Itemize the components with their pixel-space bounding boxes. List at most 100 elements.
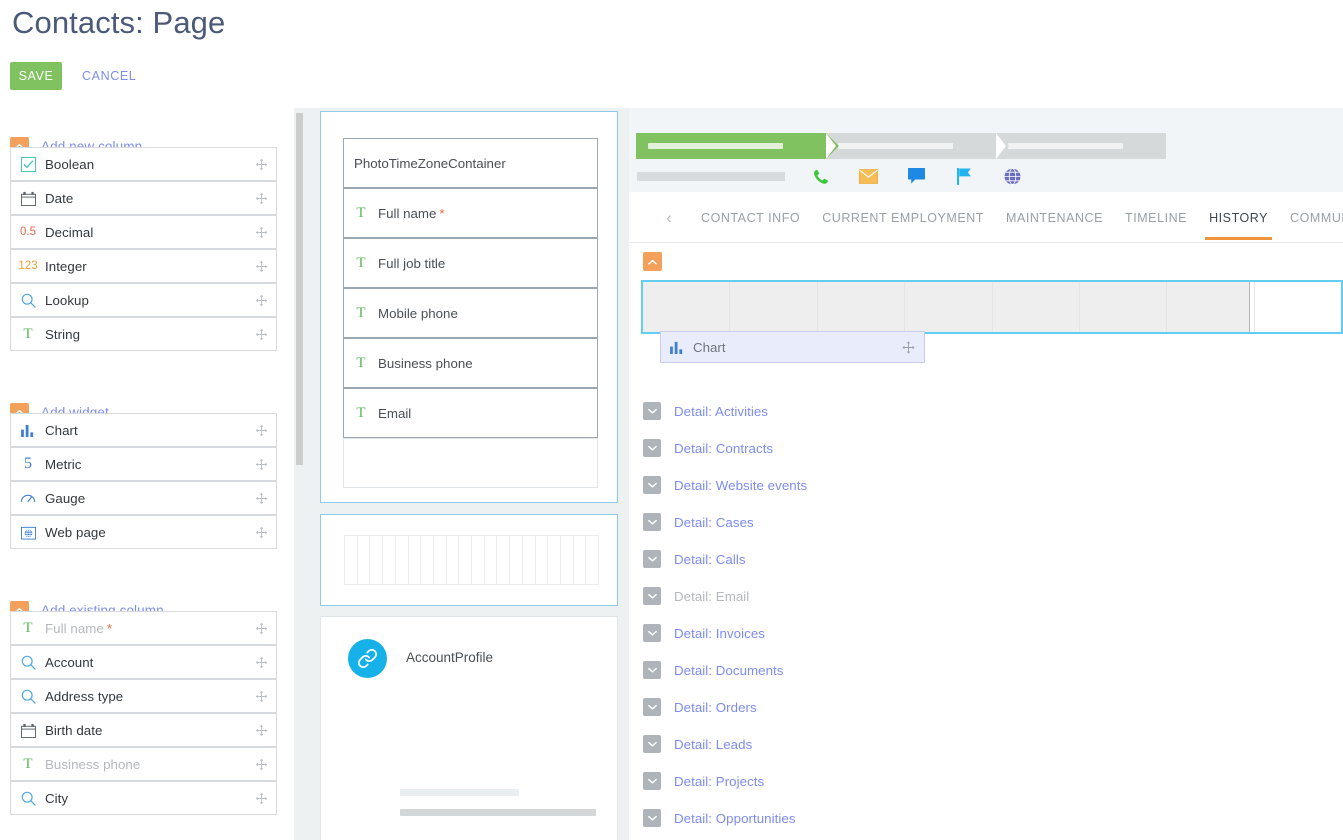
detail-item-projects[interactable]: Detail: Projects xyxy=(643,769,764,793)
canvas-field-email[interactable]: T Email xyxy=(343,388,598,438)
drag-handle-icon[interactable] xyxy=(246,526,276,539)
drag-handle-icon[interactable] xyxy=(246,260,276,273)
field-empty-placeholder[interactable] xyxy=(343,438,598,488)
detail-item-invoices[interactable]: Detail: Invoices xyxy=(643,621,765,645)
preview-tab-maintenance[interactable]: MAINTENANCE xyxy=(995,195,1114,240)
field-phototimezonecontainer[interactable]: PhotoTimeZoneContainer xyxy=(343,138,598,188)
chevron-down-icon[interactable] xyxy=(643,698,661,716)
dragged-chart-widget[interactable]: Chart xyxy=(660,331,925,363)
chevron-down-icon[interactable] xyxy=(643,550,661,568)
detail-item-label: Detail: Projects xyxy=(674,773,765,789)
drag-handle-icon[interactable] xyxy=(246,690,276,703)
detail-item-activities[interactable]: Detail: Activities xyxy=(643,399,768,423)
drag-handle-icon[interactable] xyxy=(246,424,276,437)
preview-tab-current-employment[interactable]: CURRENT EMPLOYMENT xyxy=(811,195,995,240)
sidebar-item-city[interactable]: City xyxy=(10,781,277,815)
sidebar-item-label: Date xyxy=(45,190,74,206)
drag-handle-icon[interactable] xyxy=(246,158,276,171)
canvas-card-fields[interactable]: PhotoTimeZoneContainer T Full name * T Full … xyxy=(320,111,618,503)
drag-handle-icon[interactable] xyxy=(892,340,924,354)
chevron-down-icon[interactable] xyxy=(643,476,661,494)
drag-handle-icon[interactable] xyxy=(246,622,276,635)
drag-handle-icon[interactable] xyxy=(246,492,276,505)
sidebar-item-chart[interactable]: Chart xyxy=(10,413,277,447)
sidebar-item-birth-date[interactable]: Birth date xyxy=(10,713,277,747)
chevron-up-icon[interactable] xyxy=(643,252,662,271)
canvas-card-grid[interactable] xyxy=(320,514,618,606)
sidebar-item-label: String xyxy=(45,326,81,342)
page-preview: ‹ CONTACT INFO CURRENT EMPLOYMENT MAINTENA… xyxy=(629,108,1343,840)
chevron-down-icon[interactable] xyxy=(643,809,661,827)
widget-dropzone[interactable] xyxy=(641,280,1343,334)
checkbox-icon xyxy=(11,156,45,172)
canvas-field-full-job-title[interactable]: T Full job title xyxy=(343,238,598,288)
sidebar-item-account[interactable]: Account xyxy=(10,645,277,679)
sidebar-item-decimal[interactable]: 0.5 Decimal xyxy=(10,215,277,249)
detail-item-opportunities[interactable]: Detail: Opportunities xyxy=(643,806,796,830)
process-stage[interactable] xyxy=(636,133,839,159)
sidebar-item-date[interactable]: Date xyxy=(10,181,277,215)
cancel-button[interactable]: CANCEL xyxy=(82,62,136,90)
drag-handle-icon[interactable] xyxy=(246,758,276,771)
chat-bubble-icon[interactable] xyxy=(905,166,927,186)
detail-item-leads[interactable]: Detail: Leads xyxy=(643,732,752,756)
chevron-down-icon[interactable] xyxy=(643,402,661,420)
detail-item-documents[interactable]: Detail: Documents xyxy=(643,658,783,682)
phone-icon[interactable] xyxy=(809,166,831,186)
sidebar-scrollbar-thumb[interactable] xyxy=(296,113,303,465)
drag-handle-icon[interactable] xyxy=(246,458,276,471)
chevron-down-icon[interactable] xyxy=(643,772,661,790)
sidebar-item-lookup[interactable]: Lookup xyxy=(10,283,277,317)
sidebar-item-label: Gauge xyxy=(45,490,86,506)
detail-item-contracts[interactable]: Detail: Contracts xyxy=(643,436,773,460)
canvas-field-business-phone[interactable]: T Business phone xyxy=(343,338,598,388)
detail-item-calls[interactable]: Detail: Calls xyxy=(643,547,746,571)
grid-column xyxy=(358,536,371,584)
sidebar-item-boolean[interactable]: Boolean xyxy=(10,147,277,181)
canvas-field-full-name[interactable]: T Full name * xyxy=(343,188,598,238)
preview-tabs-back-arrow[interactable]: ‹ xyxy=(659,206,679,228)
process-stage-bar xyxy=(636,133,1166,159)
dropzone-column xyxy=(905,282,993,332)
chevron-down-icon[interactable] xyxy=(643,624,661,642)
canvas-field-mobile-phone[interactable]: T Mobile phone xyxy=(343,288,598,338)
drag-handle-icon[interactable] xyxy=(246,226,276,239)
canvas-field-label: Full job title xyxy=(378,255,446,271)
sidebar-item-integer[interactable]: 123 Integer xyxy=(10,249,277,283)
sidebar-item-gauge[interactable]: Gauge xyxy=(10,481,277,515)
drag-handle-icon[interactable] xyxy=(246,328,276,341)
sidebar-item-full-name[interactable]: T Full name * xyxy=(10,611,277,645)
save-button[interactable]: SAVE xyxy=(10,62,62,90)
process-stage[interactable] xyxy=(996,133,1166,159)
sidebar-item-business-phone[interactable]: T Business phone xyxy=(10,747,277,781)
detail-item-cases[interactable]: Detail: Cases xyxy=(643,510,754,534)
drag-handle-icon[interactable] xyxy=(246,724,276,737)
sidebar-item-web-page[interactable]: Web page xyxy=(10,515,277,549)
preview-tab-communication[interactable]: COMMUNICATION xyxy=(1279,195,1343,240)
chevron-down-icon[interactable] xyxy=(643,587,661,605)
chevron-down-icon[interactable] xyxy=(643,513,661,531)
detail-item-email[interactable]: Detail: Email xyxy=(643,584,749,608)
sidebar-item-address-type[interactable]: Address type xyxy=(10,679,277,713)
canvas-card-accountprofile[interactable]: AccountProfile xyxy=(320,616,618,840)
sidebar-item-string[interactable]: T String xyxy=(10,317,277,351)
chevron-down-icon[interactable] xyxy=(643,735,661,753)
globe-icon[interactable] xyxy=(1001,166,1023,186)
flag-icon[interactable] xyxy=(953,166,975,186)
chevron-down-icon[interactable] xyxy=(643,661,661,679)
sidebar-item-metric[interactable]: 5 Metric xyxy=(10,447,277,481)
drag-handle-icon[interactable] xyxy=(246,656,276,669)
detail-item-website-events[interactable]: Detail: Website events xyxy=(643,473,807,497)
details-collapse-button[interactable] xyxy=(643,252,662,271)
detail-item-orders[interactable]: Detail: Orders xyxy=(643,695,757,719)
preview-tab-contact-info[interactable]: CONTACT INFO xyxy=(690,195,811,240)
drag-handle-icon[interactable] xyxy=(246,294,276,307)
preview-tab-timeline[interactable]: TIMELINE xyxy=(1114,195,1198,240)
envelope-icon[interactable] xyxy=(857,166,879,186)
drag-handle-icon[interactable] xyxy=(246,792,276,805)
preview-tab-history[interactable]: HISTORY xyxy=(1198,195,1279,240)
globe-box-icon xyxy=(11,525,45,540)
chevron-down-icon[interactable] xyxy=(643,439,661,457)
drag-handle-icon[interactable] xyxy=(246,192,276,205)
process-stage[interactable] xyxy=(826,133,1009,159)
